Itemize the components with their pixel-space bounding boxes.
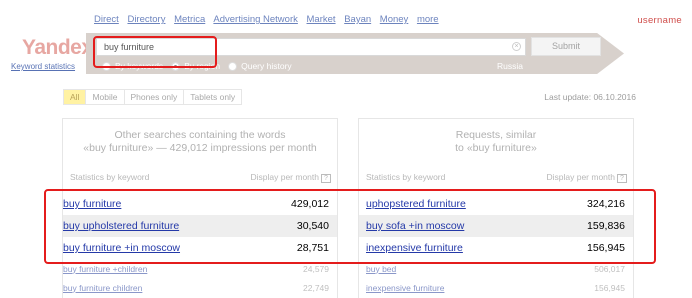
search-highlight-box	[93, 36, 217, 68]
left-heading-line2: «buy furniture» — 429,012 impressions pe…	[83, 142, 317, 154]
keyword-link[interactable]: buy furniture +children	[63, 264, 147, 274]
nav-link-metrica[interactable]: Metrica	[174, 14, 205, 25]
help-icon[interactable]: ?	[617, 174, 627, 183]
nav-link-directory[interactable]: Directory	[127, 14, 165, 25]
nav-link-bayan[interactable]: Bayan	[344, 14, 371, 25]
impressions-count: 506,017	[594, 263, 625, 274]
impressions-count: 156,945	[594, 282, 625, 293]
region-label[interactable]: Russia	[497, 61, 523, 71]
nav-link-more[interactable]: more	[417, 14, 439, 25]
tab-phones-only[interactable]: Phones only	[125, 90, 185, 104]
nav-link-direct[interactable]: Direct	[94, 14, 119, 25]
tab-all[interactable]: All	[64, 90, 87, 104]
nav-link-money[interactable]: Money	[380, 14, 409, 25]
keyword-link[interactable]: buy bed	[359, 264, 396, 274]
last-update-text: Last update: 06.10.2016	[544, 92, 636, 102]
services-nav: Direct Directory Metrica Advertising Net…	[94, 14, 445, 28]
help-icon[interactable]: ?	[321, 174, 331, 183]
right-heading-line2: to «buy furniture»	[455, 142, 537, 154]
nav-link-advertising-network[interactable]: Advertising Network	[213, 14, 297, 25]
yandex-logo-text: Yandex	[22, 36, 93, 59]
right-heading-line1: Requests, similar	[455, 129, 537, 141]
right-col-display-label: Display per month	[546, 172, 615, 182]
clear-icon[interactable]: ×	[512, 42, 521, 51]
left-heading-line1: Other searches containing the words	[114, 129, 286, 141]
keyword-link[interactable]: buy furniture children	[63, 283, 142, 293]
table-row: inexpensive furniture 156,945	[359, 278, 633, 297]
left-col-display-label: Display per month	[250, 172, 319, 182]
impressions-count: 24,579	[303, 263, 329, 274]
left-column-header: Statistics by keyword Display per month?	[63, 172, 337, 183]
username-link[interactable]: username	[637, 15, 682, 26]
yandex-logo[interactable]: Yandex	[22, 36, 93, 60]
radio-query-history[interactable]	[228, 61, 238, 71]
device-filter-tabs: All Mobile Phones only Tablets only	[63, 89, 243, 105]
submit-button[interactable]: Submit	[531, 37, 601, 56]
left-panel-heading: Other searches containing the words «buy…	[63, 119, 337, 169]
radio-label-query-history[interactable]: Query history	[241, 61, 292, 71]
keyword-link[interactable]: inexpensive furniture	[359, 283, 444, 293]
nav-link-market[interactable]: Market	[307, 14, 336, 25]
impressions-count: 22,749	[303, 282, 329, 293]
right-col-keyword: Statistics by keyword	[366, 172, 446, 182]
left-col-display: Display per month?	[250, 172, 331, 183]
table-row: buy furniture children 22,749	[63, 278, 337, 297]
results-highlight-box	[44, 189, 656, 264]
right-column-header: Statistics by keyword Display per month?	[359, 172, 633, 183]
keyword-statistics-link[interactable]: Keyword statistics	[11, 62, 75, 71]
tab-mobile[interactable]: Mobile	[86, 90, 125, 104]
right-col-display: Display per month?	[546, 172, 627, 183]
right-panel-heading: Requests, similar to «buy furniture»	[359, 119, 633, 169]
left-col-keyword: Statistics by keyword	[70, 172, 150, 182]
tab-tablets-only[interactable]: Tablets only	[184, 90, 241, 104]
